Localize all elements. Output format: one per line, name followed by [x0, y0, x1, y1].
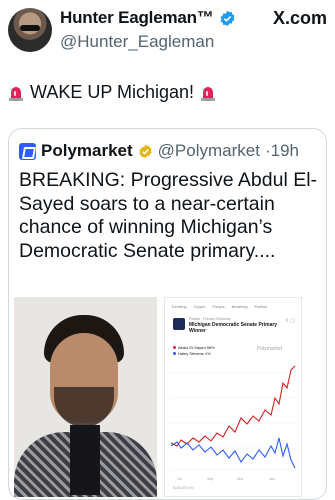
- market-screenshot[interactable]: Trending Crypto Pinops Breaking Politics…: [164, 297, 302, 497]
- quoted-timestamp[interactable]: ·19h: [265, 141, 299, 161]
- polymarket-watermark: Polymarket: [257, 346, 283, 352]
- nav-item: Crypto: [193, 304, 206, 309]
- nav-item: Trending: [171, 304, 187, 309]
- chart-legend: Abdul El-Sayed 98% Haley Stevens 1%: [173, 345, 215, 357]
- market-icon: [173, 318, 185, 330]
- series-stevens-line: [170, 437, 296, 469]
- share-bookmark-icon: ⇪ ▢: [284, 318, 295, 324]
- portrait-photo[interactable]: [14, 297, 157, 497]
- tweet-body: WAKE UP Michigan!: [30, 82, 195, 102]
- quoted-body: BREAKING: Progressive Abdul El-Sayed soa…: [19, 169, 318, 262]
- nav-item: Pinops: [212, 304, 225, 309]
- market-title: Michigan Democratic Senate Primary Winne…: [189, 322, 278, 334]
- quoted-handle[interactable]: @Polymarket: [158, 141, 260, 161]
- svg-text:Jan: Jan: [269, 477, 275, 481]
- photo-shirt: [70, 425, 100, 495]
- gold-verified-badge-icon: [138, 144, 152, 158]
- xcom-watermark: X.com: [272, 7, 327, 28]
- nav-item: Politics: [254, 304, 268, 309]
- chart-gridlines: [169, 372, 297, 471]
- market-nav: Trending Crypto Pinops Breaking Politics: [171, 304, 297, 309]
- legend-item: Haley Stevens 1%: [173, 351, 215, 357]
- chart-x-ticks: Jul Sep Nov Jan: [177, 477, 275, 481]
- quoted-author-name[interactable]: Polymarket: [41, 141, 133, 161]
- market-category: Politics · Primary Elections: [189, 317, 231, 321]
- photo-beard: [54, 387, 114, 427]
- svg-text:Jul: Jul: [177, 477, 182, 481]
- police-siren-icon: [201, 86, 216, 101]
- avatar[interactable]: [8, 8, 52, 52]
- svg-text:Nov: Nov: [237, 477, 243, 481]
- series-el-sayed-line: [170, 365, 296, 447]
- quoted-header: Polymarket @Polymarket ·19h: [19, 141, 299, 161]
- market-volume: $135,875 Vol: [173, 486, 194, 490]
- market-price-chart: Jul Sep Nov Jan: [169, 365, 297, 481]
- tweet-author: Hunter Eagleman™ X.com @Hunter_Eagleman: [60, 7, 327, 52]
- tweet-text: WAKE UP Michigan!: [8, 82, 216, 103]
- svg-text:Sep: Sep: [207, 477, 213, 481]
- nav-item: Breaking: [231, 304, 248, 309]
- sunglasses: [20, 25, 40, 31]
- author-name[interactable]: Hunter Eagleman™: [60, 8, 214, 28]
- police-siren-icon: [9, 86, 23, 101]
- author-handle[interactable]: @Hunter_Eagleman: [60, 32, 327, 52]
- polymarket-logo-icon: [19, 142, 36, 160]
- verified-badge-icon: [220, 10, 235, 26]
